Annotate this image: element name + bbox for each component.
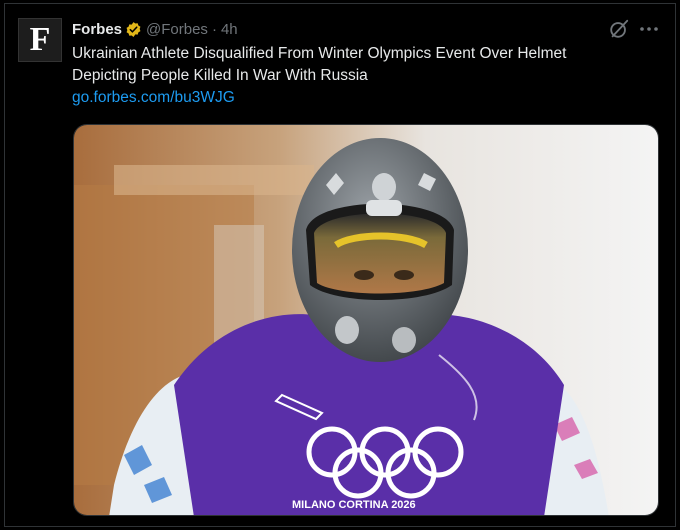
author-name[interactable]: Forbes [72,21,122,38]
tweet-link[interactable]: go.forbes.com/bu3WJG [72,89,235,107]
jersey-text: MILANO CORTINA 2026 [292,499,416,511]
author-handle[interactable]: @Forbes [146,21,208,38]
timestamp[interactable]: 4h [221,21,238,38]
tweet-text: Ukrainian Athlete Disqualified From Wint… [72,43,652,87]
verified-badge-icon [126,21,141,37]
avatar-letter: F [29,21,51,58]
grok-icon[interactable] [608,18,630,40]
separator-dot: · [211,20,217,38]
more-icon[interactable] [638,20,660,38]
tweet-header: Forbes @Forbes · 4h [72,19,238,39]
photo-illustration: MILANO CORTINA 2026 [74,125,658,515]
avatar[interactable]: F [18,18,62,62]
tweet-text-line-1: Ukrainian Athlete Disqualified From Wint… [72,45,567,62]
tweet-media-photo[interactable]: MILANO CORTINA 2026 [73,124,659,516]
tweet-text-line-2: Depicting People Killed In War With Russ… [72,67,368,84]
